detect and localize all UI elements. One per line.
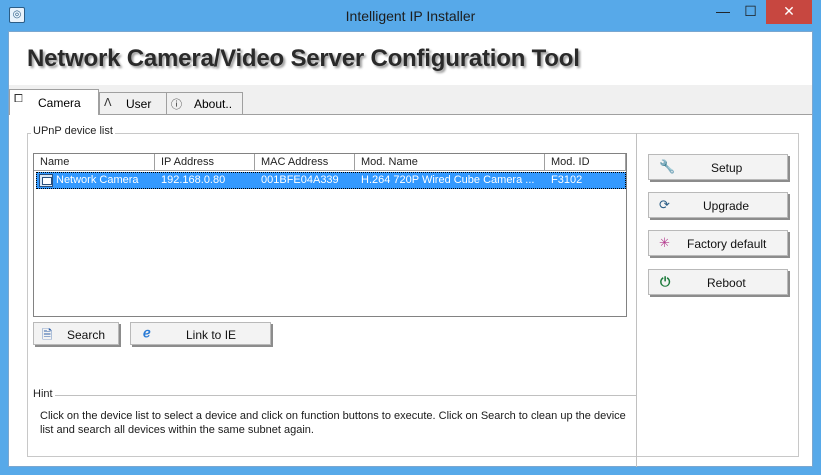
hint-text: Click on the device list to select a dev… [40,410,626,436]
upgrade-icon: ⟳ [659,197,670,212]
hint-divider [33,395,637,396]
tab-label: User [126,97,152,111]
factory-default-label: Factory default [687,237,767,251]
upgrade-label: Upgrade [703,199,750,213]
maximize-button[interactable]: ☐ [737,0,764,24]
column-mac-address[interactable]: MAC Address [255,154,355,171]
hint-label: Hint [31,388,55,400]
banner: Network Camera/Video Server Configuratio… [9,32,812,85]
device-list-header: Name IP Address MAC Address Mod. Name Mo… [34,154,626,171]
reboot-label: Reboot [707,276,746,290]
client-area: Network Camera/Video Server Configuratio… [8,31,813,467]
link-to-ie-button[interactable]: ℯ Link to IE [130,322,271,345]
camera-panel: UPnP device list Name IP Address MAC Add… [9,114,812,467]
user-tab-icon: ᐱ [104,97,112,109]
minimize-button[interactable]: — [709,0,737,24]
setup-label: Setup [711,161,743,175]
wrench-icon: 🔧 [659,159,676,174]
tab-strip: ⧠ Camera ᐱ User ⓘ About.. [9,89,812,115]
search-button[interactable]: 🗎 Search [33,322,119,345]
reboot-button[interactable]: ⏻ Reboot [648,269,788,295]
spinner-icon: ✳ [659,235,670,250]
tab-camera[interactable]: ⧠ Camera [9,89,99,115]
upgrade-button[interactable]: ⟳ Upgrade [648,192,788,218]
banner-title: Network Camera/Video Server Configuratio… [27,45,580,72]
column-ip-address[interactable]: IP Address [155,154,255,171]
tab-label: About.. [194,97,233,111]
app-window: ◎ Intelligent IP Installer — ☐ ✕ Network… [0,0,821,475]
ie-icon: ℯ [143,325,151,340]
window-title: Intelligent IP Installer [345,8,476,24]
device-ip: 192.168.0.80 [161,174,226,186]
device-row[interactable]: Network Camera 192.168.0.80 001BFE04A339… [36,172,626,189]
column-name[interactable]: Name [34,154,155,171]
network-camera-icon [39,174,53,187]
power-icon: ⏻ [660,274,671,289]
column-model-name[interactable]: Mod. Name [355,154,545,171]
device-model-id: F3102 [551,174,583,186]
panel-divider [636,133,637,467]
column-model-id[interactable]: Mod. ID [545,154,626,171]
tab-user[interactable]: ᐱ User [99,92,167,114]
title-bar[interactable]: ◎ Intelligent IP Installer — ☐ ✕ [0,0,821,31]
info-tab-icon: ⓘ [171,99,182,111]
setup-button[interactable]: 🔧 Setup [648,154,788,180]
tab-about[interactable]: ⓘ About.. [166,92,243,114]
device-mac: 001BFE04A339 [261,174,339,186]
camera-tab-icon: ⧠ [14,93,23,105]
factory-default-button[interactable]: ✳ Factory default [648,230,788,256]
tab-label: Camera [38,96,81,110]
device-model-name: H.264 720P Wired Cube Camera ... [361,174,535,186]
close-button[interactable]: ✕ [766,0,812,24]
device-name: Network Camera [56,174,139,186]
upnp-group-label: UPnP device list [31,125,115,137]
device-list[interactable]: Name IP Address MAC Address Mod. Name Mo… [33,153,627,317]
link-to-ie-label: Link to IE [186,328,237,342]
search-icon: 🗎 [42,327,53,342]
search-button-label: Search [67,328,106,342]
